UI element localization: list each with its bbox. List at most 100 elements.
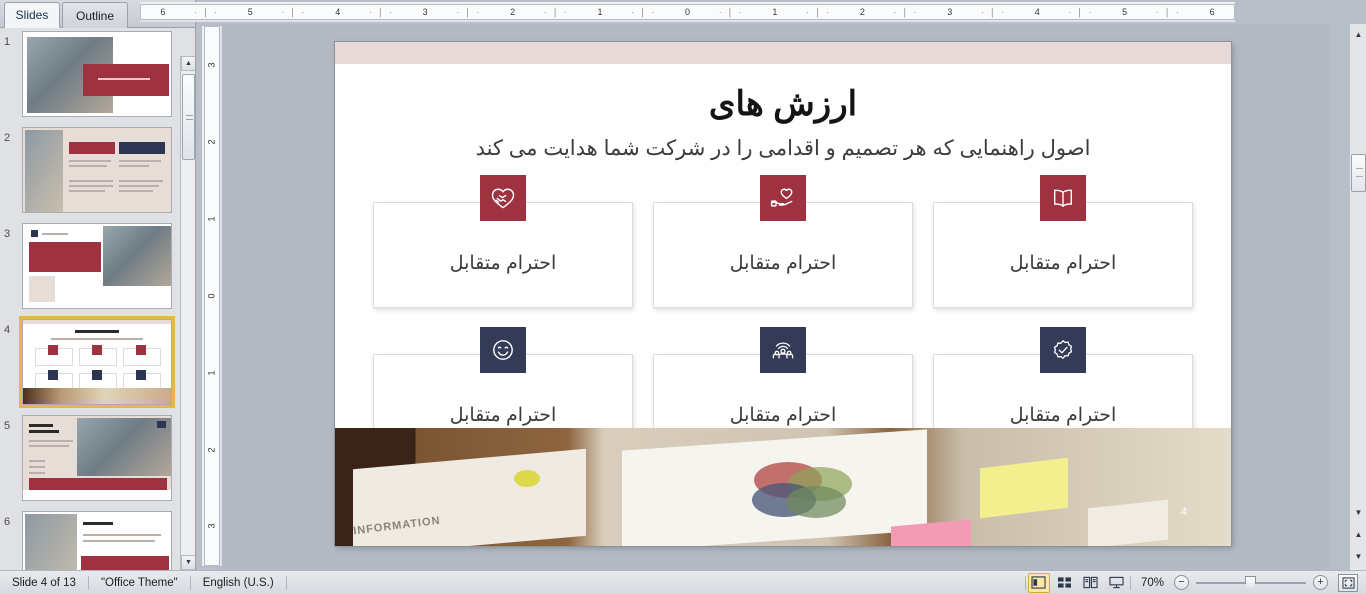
scroll-up-icon[interactable]: ▲ [1351,26,1366,42]
ruler-tick: 4 [335,7,341,17]
zoom-slider-handle[interactable] [1245,575,1256,590]
gear-check-icon [1040,327,1086,373]
ruler-tick: 2 [206,139,217,145]
scroll-grip-icon [1356,168,1363,177]
handshake-heart-icon [480,175,526,221]
ruler-tick: 2 [510,7,516,17]
ruler-minor-ticks: · │ · [456,7,482,17]
ruler-minor-ticks: · │ · [369,7,394,17]
status-divider [285,575,287,590]
vertical-ruler[interactable]: 3 2 1 0 1 2 3 [202,26,222,566]
thumbnail-number: 1 [4,36,11,48]
scroll-thumb[interactable] [1351,154,1366,192]
ruler-minor-ticks: · │ · [1156,7,1181,17]
value-card-label: احترام متقابل [449,404,557,426]
ruler-tick: 5 [1122,7,1128,17]
ruler-tick: 3 [206,523,217,529]
tab-outline[interactable]: Outline [62,2,128,28]
value-cards-row-top: احترام متقابل احترام متقابل احترام متقاب… [373,175,1193,308]
value-card-label: احترام متقابل [729,404,837,426]
ruler-tick: 1 [597,7,603,17]
thumbnail-list[interactable]: 1 2 3 4 5 6 ▲ ▼ [0,28,195,570]
language-indicator[interactable]: English (U.S.) [191,571,286,594]
ruler-tick: 1 [772,7,778,17]
slide-counter[interactable]: Slide 4 of 13 [0,571,88,594]
slide-sorter-view-button[interactable] [1054,573,1076,593]
slide-subtitle[interactable]: اصول راهنمایی که هر تصمیم و اقدامی را در… [335,136,1231,161]
ruler-minor-ticks: · │ · [893,7,919,17]
value-card-2[interactable]: احترام متقابل [653,175,913,308]
thumbnail-preview[interactable] [22,127,172,213]
zoom-slider[interactable] [1196,575,1306,590]
photo-sticky-dot [514,470,541,487]
slide-scrollbar[interactable]: ▲ ▼ ▲ ▼ [1349,24,1366,570]
ruler-tick: 3 [947,7,953,17]
value-card-label: احترام متقابل [449,252,557,274]
ruler-minor-ticks: · │ · [718,7,744,17]
value-card-1[interactable]: احترام متقابل [373,175,633,308]
scroll-down-icon[interactable]: ▼ [1351,504,1366,520]
tab-slides[interactable]: Slides [4,2,60,28]
ruler-tick: 1 [206,216,217,222]
tab-slides-label: Slides [15,8,49,22]
hand-holding-heart-icon [760,175,806,221]
thumbnail-preview[interactable] [22,31,172,117]
photo-sticky-white [1087,499,1168,546]
thumbnail-preview[interactable] [22,511,172,570]
panel-scroll-up-icon[interactable]: ▲ [181,56,195,71]
thumbnail-item-6[interactable]: 6 [0,508,195,570]
value-card-label: احترام متقابل [729,252,837,274]
ruler-tick: 3 [422,7,428,17]
value-card-label: احترام متقابل [1009,252,1117,274]
ruler-minor-ticks: · │ · [806,7,832,17]
fit-slide-to-window-button[interactable] [1338,573,1358,592]
slide-page-number: 4 [1180,506,1187,518]
status-bar-right: 70% − + [1024,571,1366,594]
ruler-minor-ticks: · │ · [981,7,1006,17]
photo-sticky-yellow [980,457,1069,519]
slideshow-view-button[interactable] [1106,573,1128,593]
zoom-level-label[interactable]: 70% [1131,577,1174,589]
tab-outline-label: Outline [75,8,115,23]
slide-title[interactable]: ارزش های [335,84,1231,124]
ruler-tick: 6 [1209,7,1215,17]
theme-name[interactable]: "Office Theme" [89,571,190,594]
reading-view-button[interactable] [1080,573,1102,593]
thumbnail-item-3[interactable]: 3 [0,220,195,316]
thumbnail-item-5[interactable]: 5 [0,412,195,508]
thumbnail-item-2[interactable]: 2 [0,124,195,220]
ruler-tick: 6 [160,7,166,17]
panel-scroll-thumb[interactable] [182,74,195,160]
thumbnail-preview[interactable] [22,223,172,309]
ruler-tick: 0 [206,293,217,299]
slide-stage[interactable]: ارزش های اصول راهنمایی که هر تصمیم و اقد… [222,24,1330,570]
thumbnail-number: 5 [4,420,11,432]
status-bar: Slide 4 of 13 "Office Theme" English (U.… [0,570,1366,594]
ruler-tick: 2 [206,447,217,453]
slide-top-band [335,42,1231,64]
thumbnail-number: 3 [4,228,11,240]
scroll-grip-icon [186,115,193,120]
thumbnail-item-4[interactable]: 4 [0,316,195,412]
horizontal-ruler[interactable]: 6 · │ · 5 · │ · 4 · │ · 3 · │ · 2 · │ · 1 · │ · 0 · │… [140,2,1235,22]
thumbnail-preview[interactable] [22,415,172,501]
ruler-minor-ticks: · │ · [543,7,569,17]
zoom-in-button[interactable]: + [1313,575,1328,590]
horizontal-ruler-scale: 6 · │ · 5 · │ · 4 · │ · 3 · │ · 2 · │ · 1 · │ · 0 · │… [140,4,1235,20]
normal-view-button[interactable] [1027,572,1050,593]
status-divider [1024,575,1026,590]
slide-canvas[interactable]: ارزش های اصول راهنمایی که هر تصمیم و اقد… [335,42,1231,546]
zoom-out-button[interactable]: − [1174,575,1189,590]
thumbnail-item-1[interactable]: 1 [0,28,195,124]
panel-scroll-down-icon[interactable]: ▼ [181,555,195,570]
panel-scrollbar[interactable]: ▲ ▼ [180,56,195,570]
vertical-ruler-scale: 3 2 1 0 1 2 3 [204,26,220,566]
thumbnail-number: 2 [4,132,11,144]
thumbnail-preview[interactable] [19,316,175,408]
next-slide-icon[interactable]: ▼ [1351,548,1366,564]
ruler-tick: 1 [206,370,217,376]
previous-slide-icon[interactable]: ▲ [1351,526,1366,542]
value-card-3[interactable]: احترام متقابل [933,175,1193,308]
ruler-tick: 4 [1034,7,1040,17]
community-broadcast-icon [760,327,806,373]
